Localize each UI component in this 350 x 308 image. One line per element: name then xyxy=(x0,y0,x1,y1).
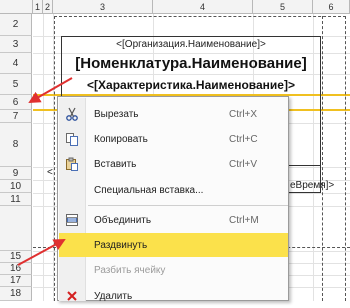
scissors-icon xyxy=(59,102,85,126)
gridline xyxy=(43,14,44,301)
column-header-1[interactable]: 1 xyxy=(33,0,43,14)
column-header-3[interactable]: 3 xyxy=(53,0,153,14)
row-header-4[interactable]: 4 xyxy=(0,53,32,74)
row-header-6[interactable]: 6 xyxy=(0,95,32,110)
paste-icon xyxy=(59,152,85,176)
nomenclature-name-field[interactable]: [Номенклатура.Наименование] xyxy=(58,55,324,72)
print-area-outer-border xyxy=(345,16,346,301)
print-area-left-border xyxy=(54,16,55,301)
column-header-2[interactable]: 2 xyxy=(43,0,53,14)
menu-item-label: Вставить xyxy=(94,158,137,170)
organization-name-field[interactable]: <[Организация.Наименование]> xyxy=(62,39,320,50)
menu-item-shortcut: Ctrl+V xyxy=(229,158,258,170)
menu-item-shortcut: Ctrl+X xyxy=(229,108,258,120)
row-header-11[interactable]: 11 xyxy=(0,193,32,206)
column-header-6[interactable]: 6 xyxy=(313,0,350,14)
row-header-blank xyxy=(0,206,32,251)
menu-item-shortcut: Ctrl+C xyxy=(229,133,258,145)
row-header-17[interactable]: 17 xyxy=(0,275,32,287)
menu-item-merge[interactable]: Объединить Ctrl+M xyxy=(59,208,288,232)
menu-item-expand[interactable]: Раздвинуть xyxy=(59,233,288,257)
row-header-9[interactable]: 9 xyxy=(0,167,32,180)
menu-item-label: Копировать xyxy=(94,133,148,145)
row-header-2[interactable]: 2 xyxy=(0,14,32,36)
menu-item-label: Специальная вставка... xyxy=(94,184,204,196)
characteristic-name-field[interactable]: <[Характеристика.Наименование]> xyxy=(58,78,324,92)
row-header-15[interactable]: 15 xyxy=(0,251,32,263)
row-header-7[interactable]: 7 xyxy=(0,110,32,123)
menu-item-shortcut: Ctrl+M xyxy=(229,214,259,226)
menu-item-paste-special[interactable]: Специальная вставка... xyxy=(59,178,288,202)
row9-cell-frame xyxy=(289,165,321,193)
row-header-5[interactable]: 5 xyxy=(0,74,32,95)
column-header-corner xyxy=(0,0,33,14)
row-header-10[interactable]: 10 xyxy=(0,180,32,193)
menu-item-paste[interactable]: Вставить Ctrl+V xyxy=(59,152,288,176)
merge-cells-icon xyxy=(59,208,85,232)
menu-item-cut[interactable]: Вырезать Ctrl+X xyxy=(59,102,288,126)
menu-item-label: Объединить xyxy=(94,214,152,226)
row-header-16[interactable]: 16 xyxy=(0,263,32,275)
row-header-8[interactable]: 8 xyxy=(0,123,32,167)
menu-item-delete[interactable]: Удалить xyxy=(59,284,288,308)
column-header-5[interactable]: 5 xyxy=(253,0,313,14)
menu-separator xyxy=(88,205,288,206)
menu-item-split-cell[interactable]: Разбить ячейку xyxy=(59,258,288,282)
menu-item-label: Раздвинуть xyxy=(94,239,148,251)
row-header-18[interactable]: 18 xyxy=(0,287,32,301)
context-menu: Вырезать Ctrl+X Копировать Ctrl+C Встави… xyxy=(57,96,289,302)
row-header-3[interactable]: 3 xyxy=(0,36,32,53)
menu-item-copy[interactable]: Копировать Ctrl+C xyxy=(59,127,288,151)
row9-left-fragment[interactable]: < xyxy=(47,167,57,178)
menu-item-label: Вырезать xyxy=(94,108,139,120)
delete-icon xyxy=(59,284,85,308)
copy-icon xyxy=(59,127,85,151)
menu-item-label: Разбить ячейку xyxy=(94,264,166,276)
menu-item-label: Удалить xyxy=(94,290,133,302)
column-header-4[interactable]: 4 xyxy=(153,0,253,14)
print-area-top-border xyxy=(54,16,346,17)
